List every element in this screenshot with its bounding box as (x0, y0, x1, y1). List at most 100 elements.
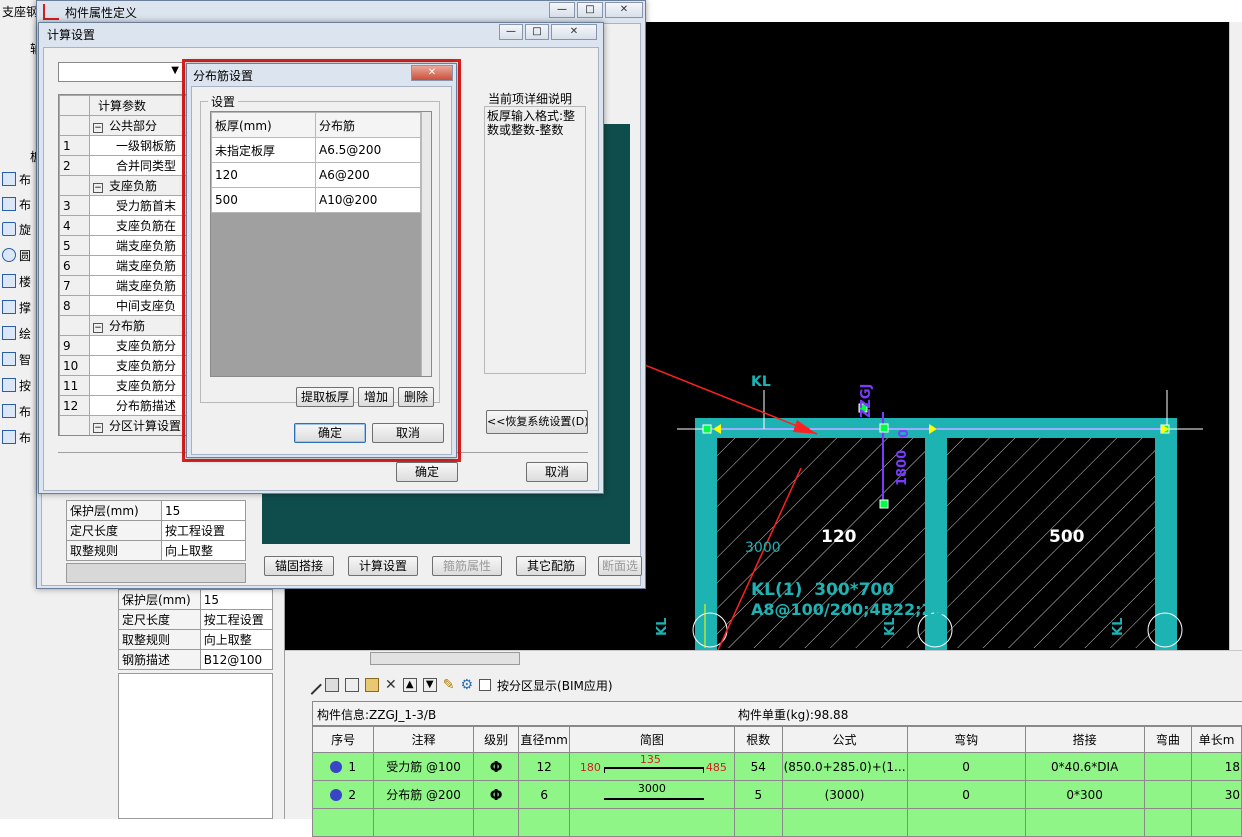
param-row[interactable]: 5 端支座负筋 (59, 235, 187, 256)
table-scrollbar[interactable] (421, 112, 431, 376)
param-row[interactable]: 3 受力筋首末 (59, 195, 187, 216)
brace-icon (2, 300, 16, 314)
param-row[interactable]: 10 支座负筋分 (59, 355, 187, 376)
param-row[interactable]: − 分布筋 (59, 315, 187, 336)
table-row[interactable]: 1 受力筋 @100 Φ 12 180 135 485 54 (850.0+28… (311, 752, 1242, 781)
collapse-icon[interactable]: − (93, 183, 103, 193)
detail-panel: 板厚输入格式:整数或整数-整数 (484, 106, 586, 374)
add-button[interactable]: 增加 (358, 387, 394, 407)
close-button[interactable]: ✕ (605, 2, 643, 18)
stirrup-props-button[interactable]: 箍筋属性 (432, 556, 502, 576)
extract-thickness-button[interactable]: 提取板厚 (296, 387, 354, 407)
param-row[interactable]: − 支座负筋 (59, 175, 187, 196)
thickness-table-frame: 板厚(mm) 分布筋 未指定板厚 A6.5@200 120 A6@200 500… (210, 111, 432, 377)
cancel-button[interactable]: 取消 (526, 462, 588, 482)
cancel-button[interactable]: 取消 (372, 423, 444, 443)
shape-cell[interactable]: 180 135 485 (568, 752, 736, 781)
brush-icon[interactable]: ✎ (443, 677, 455, 693)
cad-slab-label-120: 120 (821, 527, 857, 547)
restore-defaults-button[interactable]: <<恢复系统设置(D) (486, 410, 588, 434)
calc-settings-button[interactable]: 计算设置 (348, 556, 418, 576)
param-row[interactable]: − 公共部分 (59, 115, 187, 136)
vertical-scrollbar[interactable] (1229, 22, 1242, 650)
param-row[interactable]: 2 合并同类型 (59, 155, 187, 176)
chevron-down-icon: ▼ (171, 65, 179, 76)
move-down-icon[interactable]: ▼ (422, 678, 437, 692)
bottom-toolbar: ✕ ▲ ▼ ✎ ⚙ 按分区显示(BIM应用) (302, 675, 613, 695)
section-select-button[interactable]: 断面选 (598, 556, 642, 576)
delete-icon[interactable]: ✕ (385, 677, 397, 693)
minimize-button[interactable]: — (499, 24, 523, 40)
cad-kl-side: KL (1111, 617, 1126, 636)
table-row[interactable]: 未指定板厚 A6.5@200 (211, 137, 421, 163)
param-row[interactable]: 1 一级钢板筋 (59, 135, 187, 156)
other-rebar-button[interactable]: 其它配筋 (516, 556, 586, 576)
param-row[interactable]: 4 支座负筋在 (59, 215, 187, 236)
window-title: 计算设置 (47, 27, 96, 42)
rebar-table-frame: 构件信息:ZZGJ_1-3/B 构件单重(kg):98.88 序号 注释 级别 … (311, 701, 1242, 837)
props-blank (66, 563, 246, 583)
param-row[interactable]: 6 端支座负筋 (59, 255, 187, 276)
param-row[interactable]: 7 端支座负筋 (59, 275, 187, 296)
param-row[interactable]: 12 分布筋描述 (59, 395, 187, 416)
copy-icon[interactable] (325, 678, 339, 692)
cad-beam-name: KL(1) 300*700 (751, 580, 895, 600)
param-row[interactable]: − 分区计算设置 (59, 415, 187, 435)
lower-props-table: 保护层(mm) 15 定尺长度 按工程设置 取整规则 向上取整 钢筋描述 B12@100 (118, 589, 274, 670)
window-title: 分布筋设置 (193, 68, 254, 83)
ok-button[interactable]: 确定 (396, 462, 458, 482)
close-button[interactable]: ✕ (551, 24, 597, 40)
delete-button[interactable]: 删除 (398, 387, 434, 407)
horizontal-scroll-thumb[interactable] (370, 652, 520, 665)
collapse-icon[interactable]: − (93, 423, 103, 433)
minimize-button[interactable]: — (549, 2, 575, 18)
line-icon[interactable] (302, 675, 322, 695)
info-bar: 构件信息:ZZGJ_1-3/B 构件单重(kg):98.88 (313, 702, 1242, 726)
rotate-icon (2, 222, 16, 236)
shape-line (603, 798, 704, 800)
cad-kl-side: KL (883, 617, 898, 636)
bim-checkbox-label: 按分区显示(BIM应用) (497, 678, 613, 693)
collapse-icon[interactable]: − (93, 123, 103, 133)
anchor-lap-button[interactable]: 锚固搭接 (264, 556, 334, 576)
maximize-button[interactable]: □ (525, 24, 549, 40)
clipboard-icon[interactable] (365, 678, 379, 692)
param-row[interactable]: 9 支座负筋分 (59, 335, 187, 356)
rebar-icon (330, 789, 343, 801)
param-row[interactable]: 11 支座负筋分 (59, 375, 187, 396)
cad-beam-spec: A8@100/200;4B22;2B (751, 600, 945, 619)
ok-button[interactable]: 确定 (294, 423, 366, 443)
cad-dim-3000: 3000 (745, 540, 781, 556)
shape-cell[interactable]: 3000 (568, 780, 736, 809)
move-up-icon[interactable]: ▲ (402, 678, 417, 692)
lower-props-blank (118, 673, 273, 819)
column-icon (2, 274, 16, 288)
maximize-button[interactable]: □ (577, 2, 603, 18)
table-row[interactable]: 500 A10@200 (211, 187, 421, 213)
cad-axis-label: 1 (706, 621, 714, 635)
cad-label-1800: 1800 (895, 449, 910, 486)
member-props-table: 保护层(mm) 15 定尺长度 按工程设置 取整规则 向上取整 (66, 500, 247, 561)
paste-icon[interactable] (345, 678, 359, 692)
checkbox[interactable] (479, 679, 492, 691)
table-row[interactable]: 120 A6@200 (211, 162, 421, 188)
by-icon (2, 378, 16, 392)
table-row[interactable]: 2 分布筋 @200 Φ 6 3000 5 (3000) 0 0*300 30 (311, 780, 1242, 809)
dist-rebar-dialog: 分布筋设置 ✕ 设置 板厚(mm) 分布筋 未指定板厚 A6.5@200 120… (186, 63, 457, 458)
param-row[interactable]: 8 中间支座负 (59, 295, 187, 316)
left-toolbar: 布 布 旋 圆 楼 撑 绘 智 按 布 布 (0, 168, 40, 458)
params-table-frame: 计算参数 − 公共部分 1 一级钢板筋 2 合并同类型 − 支座负筋 3 受力筋首末 4支… (58, 94, 188, 436)
cad-label-zero: 0 (897, 428, 912, 438)
app-logo-icon (43, 4, 59, 20)
group-label: 设置 (208, 93, 239, 110)
close-button[interactable]: ✕ (411, 65, 453, 81)
gear-icon[interactable]: ⚙ (460, 677, 473, 693)
circle-icon (2, 248, 16, 262)
params-table: 计算参数 − 公共部分 1 一级钢板筋 2 合并同类型 − 支座负筋 3 受力筋首末 4支… (59, 95, 187, 435)
member-info: 构件信息:ZZGJ_1-3/B (317, 708, 437, 722)
beam-left (695, 418, 717, 650)
category-dropdown[interactable]: ▼ (58, 62, 184, 82)
collapse-icon[interactable]: − (93, 323, 103, 333)
table-row[interactable] (311, 808, 1242, 837)
dist-dialog-body: 设置 板厚(mm) 分布筋 未指定板厚 A6.5@200 120 A6@200 … (191, 86, 452, 455)
